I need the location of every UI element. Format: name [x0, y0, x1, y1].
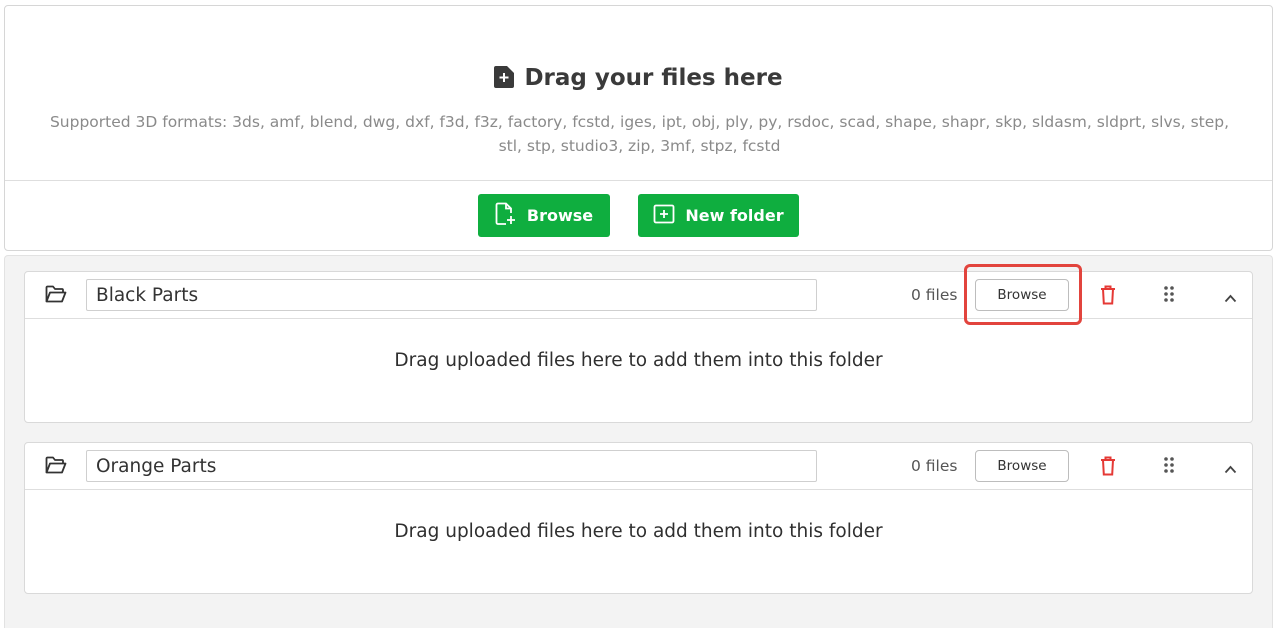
- folder-card: 0 files Browse: [24, 442, 1253, 594]
- drop-title-text: Drag your files here: [524, 65, 783, 91]
- chevron-up-icon[interactable]: [1224, 459, 1237, 478]
- folder-header: 0 files Browse: [25, 272, 1252, 319]
- file-count: 0 files: [911, 457, 958, 475]
- folder-open-icon: [45, 285, 67, 308]
- folder-header: 0 files Browse: [25, 443, 1252, 490]
- drop-title: Drag your files here: [5, 62, 1272, 97]
- folder-plus-icon: [653, 204, 675, 228]
- folder-browse-button[interactable]: Browse: [975, 279, 1069, 311]
- file-add-icon: [495, 202, 517, 230]
- upload-card: Drag your files here Supported 3D format…: [4, 5, 1273, 251]
- chevron-up-icon[interactable]: [1224, 288, 1237, 307]
- drag-handle-icon[interactable]: [1164, 457, 1174, 477]
- file-plus-icon: [494, 65, 515, 97]
- trash-icon[interactable]: [1100, 456, 1116, 480]
- new-folder-label: New folder: [685, 206, 784, 225]
- new-folder-button[interactable]: New folder: [638, 194, 799, 237]
- folder-card: 0 files Browse: [24, 271, 1253, 423]
- folder-name-input[interactable]: [86, 279, 817, 311]
- browse-files-label: Browse: [526, 206, 594, 225]
- browse-files-button[interactable]: Browse: [478, 194, 610, 237]
- file-drop-zone[interactable]: Drag your files here Supported 3D format…: [5, 6, 1272, 181]
- folder-open-icon: [45, 456, 67, 479]
- drag-handle-icon[interactable]: [1164, 286, 1174, 306]
- file-count: 0 files: [911, 286, 958, 304]
- folders-area: 0 files Browse: [4, 255, 1273, 628]
- folder-drop-hint: Drag uploaded files here to add them int…: [394, 350, 883, 371]
- action-row: Browse New folder: [5, 194, 1272, 238]
- folder-browse-button[interactable]: Browse: [975, 450, 1069, 482]
- folder-name-input[interactable]: [86, 450, 817, 482]
- supported-formats-text: Supported 3D formats: 3ds, amf, blend, d…: [49, 113, 1230, 155]
- trash-icon[interactable]: [1100, 285, 1116, 309]
- folder-drop-hint: Drag uploaded files here to add them int…: [394, 521, 883, 542]
